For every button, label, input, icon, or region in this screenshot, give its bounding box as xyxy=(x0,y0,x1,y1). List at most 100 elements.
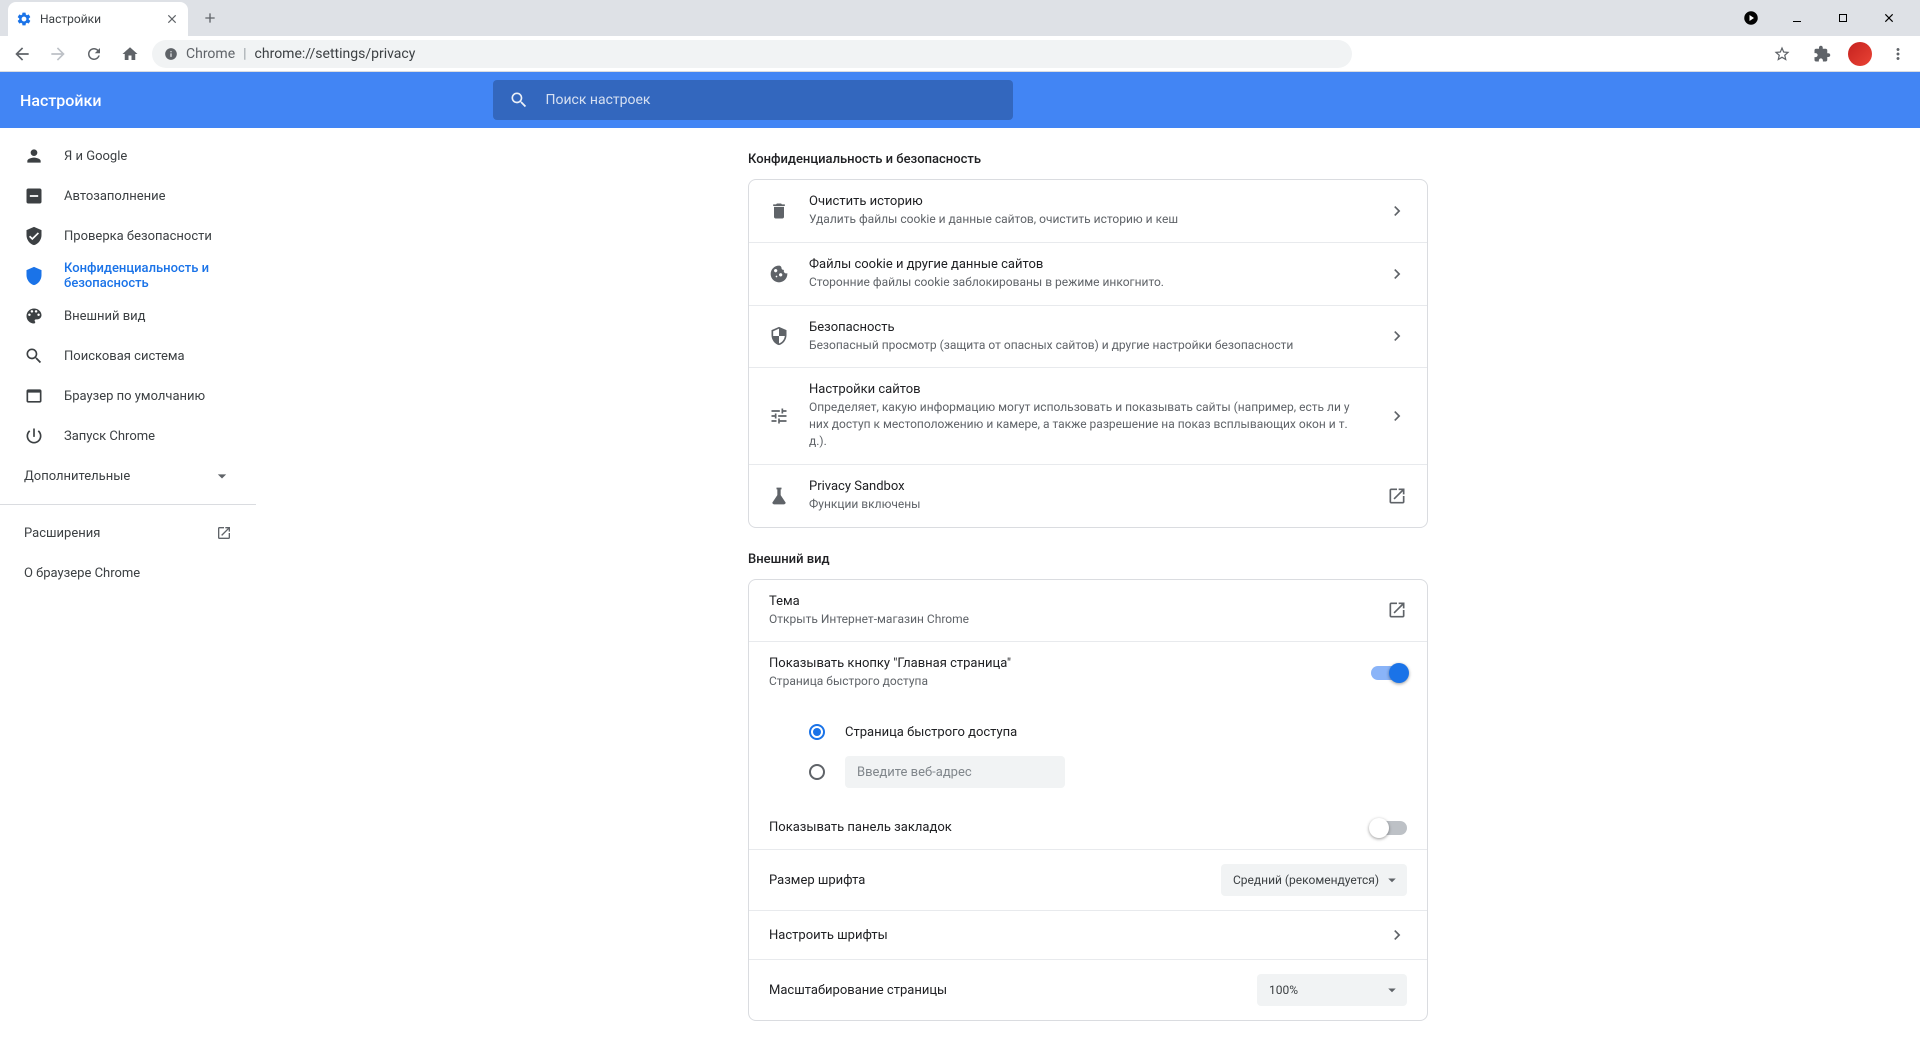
search-icon xyxy=(24,346,44,366)
security-icon xyxy=(769,326,789,346)
browser-menu-button[interactable] xyxy=(1884,40,1912,68)
row-title: Настройки сайтов xyxy=(809,382,1367,397)
radio-custom-url[interactable] xyxy=(809,752,1407,792)
row-theme[interactable]: Тема Открыть Интернет-магазин Chrome xyxy=(749,580,1427,642)
open-external-icon xyxy=(216,525,232,541)
window-maximize-button[interactable] xyxy=(1820,3,1866,33)
row-subtitle: Сторонние файлы cookie заблокированы в р… xyxy=(809,274,1367,291)
sidebar-item-privacy[interactable]: Конфиденциальность и безопасность xyxy=(0,256,244,296)
home-button[interactable] xyxy=(116,40,144,68)
zoom-dropdown[interactable]: 100% xyxy=(1257,974,1407,1006)
row-title: Очистить историю xyxy=(809,194,1367,209)
privacy-card: Очистить историю Удалить файлы cookie и … xyxy=(748,179,1428,528)
sidebar-advanced[interactable]: Дополнительные xyxy=(0,456,256,496)
new-tab-button[interactable] xyxy=(196,4,224,32)
gear-icon xyxy=(16,11,32,27)
chevron-right-icon xyxy=(1387,201,1407,221)
bookmark-star-button[interactable] xyxy=(1768,40,1796,68)
tune-icon xyxy=(769,406,789,426)
search-icon xyxy=(509,90,529,110)
address-bar[interactable]: Chrome | chrome://settings/privacy xyxy=(152,40,1352,68)
row-bookmarks-bar: Показывать панель закладок xyxy=(749,806,1427,849)
row-subtitle: Открыть Интернет-магазин Chrome xyxy=(769,611,1367,628)
row-privacy-sandbox[interactable]: Privacy Sandbox Функции включены xyxy=(749,464,1427,527)
row-customize-fonts[interactable]: Настроить шрифты xyxy=(749,910,1427,959)
home-url-input[interactable] xyxy=(845,756,1065,788)
sidebar-item-search-engine[interactable]: Поисковая система xyxy=(0,336,244,376)
radio-button[interactable] xyxy=(809,764,825,780)
settings-header: Настройки xyxy=(0,72,1920,128)
browser-icon xyxy=(24,386,44,406)
chevron-right-icon xyxy=(1387,406,1407,426)
radio-button[interactable] xyxy=(809,724,825,740)
sidebar-item-label: Я и Google xyxy=(64,149,127,164)
chevron-down-icon xyxy=(212,466,232,486)
home-button-radio-group: Страница быстрого доступа xyxy=(749,704,1427,806)
tab-title: Настройки xyxy=(40,12,156,26)
row-page-zoom: Масштабирование страницы 100% xyxy=(749,959,1427,1020)
forward-button[interactable] xyxy=(44,40,72,68)
settings-title: Настройки xyxy=(20,91,101,110)
section-title-appearance: Внешний вид xyxy=(748,552,1428,567)
appearance-card: Тема Открыть Интернет-магазин Chrome Пок… xyxy=(748,579,1428,1022)
bookmarks-bar-toggle[interactable] xyxy=(1371,821,1407,835)
palette-icon xyxy=(24,306,44,326)
person-icon xyxy=(24,146,44,166)
url-scheme-label: Chrome xyxy=(186,46,235,62)
power-icon xyxy=(24,426,44,446)
autofill-icon xyxy=(24,186,44,206)
flask-icon xyxy=(769,486,789,506)
divider xyxy=(0,504,256,505)
sidebar-item-safety-check[interactable]: Проверка безопасности xyxy=(0,216,244,256)
window-close-button[interactable] xyxy=(1866,3,1912,33)
settings-search-input[interactable] xyxy=(545,92,997,108)
tab-strip: Настройки xyxy=(0,0,1920,36)
radio-ntp[interactable]: Страница быстрого доступа xyxy=(809,712,1407,752)
cookie-icon xyxy=(769,264,789,284)
youtube-music-icon[interactable] xyxy=(1728,3,1774,33)
row-subtitle: Определяет, какую информацию могут испол… xyxy=(809,399,1367,449)
shield-check-icon xyxy=(24,226,44,246)
sidebar-item-on-startup[interactable]: Запуск Chrome xyxy=(0,416,244,456)
row-clear-browsing-data[interactable]: Очистить историю Удалить файлы cookie и … xyxy=(749,180,1427,242)
home-button-toggle[interactable] xyxy=(1371,666,1407,680)
row-subtitle: Страница быстрого доступа xyxy=(769,673,1351,690)
dropdown-value: Средний (рекомендуется) xyxy=(1233,873,1379,887)
sidebar-item-default-browser[interactable]: Браузер по умолчанию xyxy=(0,376,244,416)
tab-close-button[interactable] xyxy=(164,11,180,27)
sidebar-extensions[interactable]: Расширения xyxy=(0,513,256,553)
sidebar-item-appearance[interactable]: Внешний вид xyxy=(0,296,244,336)
row-cookies[interactable]: Файлы cookie и другие данные сайтов Стор… xyxy=(749,242,1427,305)
back-button[interactable] xyxy=(8,40,36,68)
window-controls xyxy=(1728,3,1912,33)
sidebar-item-autofill[interactable]: Автозаполнение xyxy=(0,176,244,216)
url-text: chrome://settings/privacy xyxy=(255,46,416,62)
open-external-icon xyxy=(1387,486,1407,506)
row-security[interactable]: Безопасность Безопасный просмотр (защита… xyxy=(749,305,1427,368)
radio-label: Страница быстрого доступа xyxy=(845,725,1017,740)
content: Конфиденциальность и безопасность Очисти… xyxy=(256,128,1920,1050)
row-title: Privacy Sandbox xyxy=(809,479,1367,494)
open-external-icon xyxy=(1387,600,1407,620)
extensions-button[interactable] xyxy=(1808,40,1836,68)
row-title: Настроить шрифты xyxy=(769,928,1367,943)
font-size-dropdown[interactable]: Средний (рекомендуется) xyxy=(1221,864,1407,896)
sidebar-item-you-and-google[interactable]: Я и Google xyxy=(0,136,244,176)
browser-toolbar: Chrome | chrome://settings/privacy xyxy=(0,36,1920,72)
chevron-right-icon xyxy=(1387,264,1407,284)
sidebar-about[interactable]: О браузере Chrome xyxy=(0,553,256,593)
row-title: Масштабирование страницы xyxy=(769,983,1237,998)
row-title: Файлы cookie и другие данные сайтов xyxy=(809,257,1367,272)
dropdown-arrow-icon xyxy=(1383,981,1401,999)
sidebar-item-label: Браузер по умолчанию xyxy=(64,389,205,404)
about-label: О браузере Chrome xyxy=(24,566,140,581)
settings-search[interactable] xyxy=(493,80,1013,120)
browser-tab[interactable]: Настройки xyxy=(8,2,188,36)
reload-button[interactable] xyxy=(80,40,108,68)
window-minimize-button[interactable] xyxy=(1774,3,1820,33)
profile-avatar[interactable] xyxy=(1848,42,1872,66)
dropdown-arrow-icon xyxy=(1383,871,1401,889)
sidebar: Я и Google Автозаполнение Проверка безоп… xyxy=(0,128,256,1050)
extensions-label: Расширения xyxy=(24,526,100,541)
row-site-settings[interactable]: Настройки сайтов Определяет, какую инфор… xyxy=(749,367,1427,463)
